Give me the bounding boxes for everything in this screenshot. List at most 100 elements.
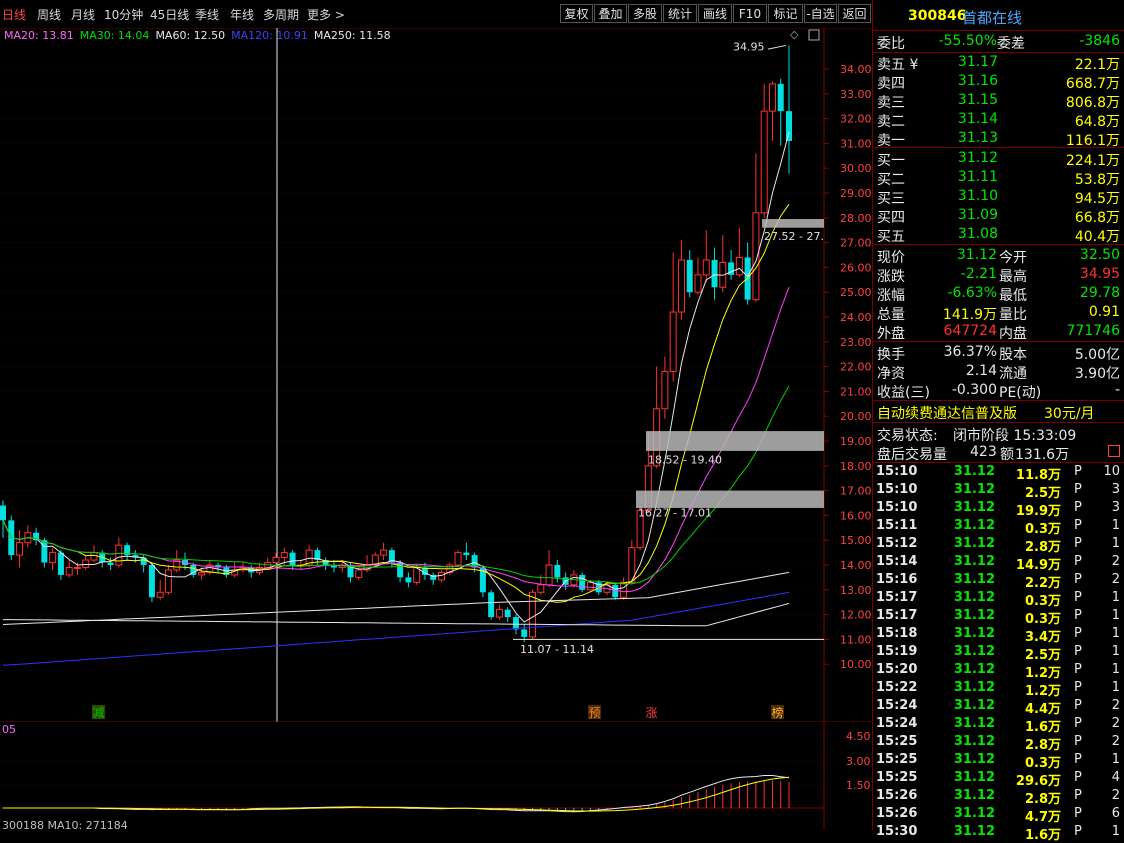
tick-price: 31.12: [953, 734, 995, 749]
candle[interactable]: [289, 550, 296, 570]
period-tab-2[interactable]: 月线: [71, 6, 95, 23]
candle[interactable]: [694, 257, 702, 295]
candle[interactable]: [0, 500, 6, 538]
tick-row: 15:12 31.12 2.8万 P 1: [873, 535, 1124, 555]
diamond-icon[interactable]: ◇: [790, 28, 799, 41]
candle[interactable]: [90, 545, 98, 563]
candle[interactable]: [82, 555, 90, 570]
candle[interactable]: [164, 565, 172, 595]
candle[interactable]: [744, 242, 751, 305]
candle[interactable]: [148, 562, 155, 603]
weicha-value: -3846: [1079, 33, 1120, 49]
candle[interactable]: [752, 153, 760, 303]
candle[interactable]: [156, 579, 164, 600]
candle[interactable]: [248, 565, 255, 578]
support-box-2[interactable]: [636, 490, 824, 508]
candle[interactable]: [33, 527, 40, 546]
candle[interactable]: [495, 604, 503, 620]
candle[interactable]: [322, 557, 329, 570]
candle[interactable]: [463, 542, 470, 561]
support-box-1[interactable]: [646, 431, 824, 451]
event-marker[interactable]: 减: [92, 705, 105, 720]
tick-count: 2: [1111, 554, 1120, 569]
tick-time: 15:17: [876, 590, 918, 605]
candle[interactable]: [728, 250, 735, 280]
resistance-box[interactable]: [762, 219, 824, 228]
candle[interactable]: [488, 589, 495, 620]
candle[interactable]: [49, 547, 57, 570]
tick-volume: 1.6万: [1024, 828, 1061, 843]
candlestick-chart[interactable]: 34.00 33.00 32.00 31.00 30.00 29.00 28.00 27.00…: [0, 28, 872, 722]
candle[interactable]: [430, 572, 437, 585]
toolbar-button-6[interactable]: 标记: [768, 4, 803, 23]
box-label-1: 18.52 - 19.40: [648, 453, 722, 466]
promo-text[interactable]: 自动续费通达信普及版: [877, 403, 1017, 423]
high-arrow: [767, 44, 787, 50]
candle[interactable]: [215, 562, 222, 573]
toolbar-button-7[interactable]: -自选: [804, 4, 837, 23]
quote-value-2: 34.95: [1079, 266, 1120, 282]
event-marker[interactable]: 涨: [645, 705, 658, 720]
event-marker[interactable]: 榜: [771, 705, 784, 720]
window-icon[interactable]: [808, 29, 820, 41]
tick-time: 15:11: [876, 518, 918, 533]
candle[interactable]: [579, 572, 586, 593]
tick-row: 15:10 31.12 11.8万 P 10: [873, 463, 1124, 483]
candle[interactable]: [438, 569, 446, 583]
ask-price: 31.15: [957, 92, 998, 108]
toolbar-button-8[interactable]: 返回: [838, 4, 871, 23]
toolbar-button-5[interactable]: F10: [733, 4, 767, 23]
tick-row: 15:25 31.12 29.6万 P 4: [873, 769, 1124, 789]
candle[interactable]: [545, 550, 553, 588]
candle[interactable]: [380, 542, 388, 561]
event-marker[interactable]: 预: [588, 705, 601, 720]
promo-price[interactable]: 30元/月: [1044, 403, 1095, 423]
toolbar-button-1[interactable]: 叠加: [594, 4, 627, 23]
candle[interactable]: [702, 230, 710, 283]
candle[interactable]: [628, 540, 636, 585]
candle[interactable]: [786, 45, 792, 174]
fund-label-2: 流通: [999, 366, 1027, 382]
stock-name[interactable]: 首都在线: [962, 7, 1022, 28]
candle[interactable]: [677, 240, 685, 320]
candle[interactable]: [363, 555, 371, 573]
indicator-chart[interactable]: 05 4.50 3.00 1.50 300188 MA10: 271184: [0, 722, 872, 830]
price-tick-label: 25.00: [840, 286, 872, 299]
period-tab-7[interactable]: 多周期: [263, 6, 299, 23]
period-tab-8[interactable]: 更多 >: [307, 6, 345, 23]
period-tab-5[interactable]: 季线: [195, 6, 219, 23]
candle[interactable]: [115, 537, 123, 568]
period-tab-6[interactable]: 年线: [230, 6, 254, 23]
bid-volume: 40.4万: [1074, 229, 1120, 245]
period-tab-1[interactable]: 周线: [37, 6, 61, 23]
period-tab-4[interactable]: 45日线: [150, 6, 189, 23]
candle[interactable]: [777, 78, 784, 146]
candle[interactable]: [24, 525, 32, 548]
period-tab-0[interactable]: 日线: [2, 6, 26, 23]
price-tick-label: 20.00: [840, 410, 872, 423]
toolbar-button-3[interactable]: 统计: [663, 4, 697, 23]
candle[interactable]: [719, 235, 727, 293]
price-tick-label: 22.00: [840, 361, 872, 374]
candle[interactable]: [768, 81, 776, 141]
candle[interactable]: [686, 250, 693, 298]
tick-count: 2: [1111, 698, 1120, 713]
candle[interactable]: [661, 356, 669, 419]
price-tick-label: 24.00: [840, 311, 872, 324]
bid-volume: 53.8万: [1074, 172, 1120, 188]
candle[interactable]: [454, 550, 462, 568]
candle[interactable]: [504, 607, 511, 623]
chart-icon[interactable]: [1108, 445, 1120, 457]
candle[interactable]: [16, 530, 24, 568]
period-tab-3[interactable]: 10分钟: [104, 6, 143, 23]
promo-row[interactable]: 自动续费通达信普及版 30元/月: [873, 402, 1124, 423]
tick-time: 15:20: [876, 662, 918, 677]
toolbar-button-4[interactable]: 画线: [698, 4, 732, 23]
candle[interactable]: [760, 83, 768, 218]
toolbar-button-0[interactable]: 复权: [560, 4, 593, 23]
candle[interactable]: [405, 572, 412, 588]
toolbar-button-2[interactable]: 多股: [628, 4, 662, 23]
candle[interactable]: [124, 542, 131, 561]
candle[interactable]: [669, 252, 677, 382]
candle[interactable]: [65, 560, 73, 578]
